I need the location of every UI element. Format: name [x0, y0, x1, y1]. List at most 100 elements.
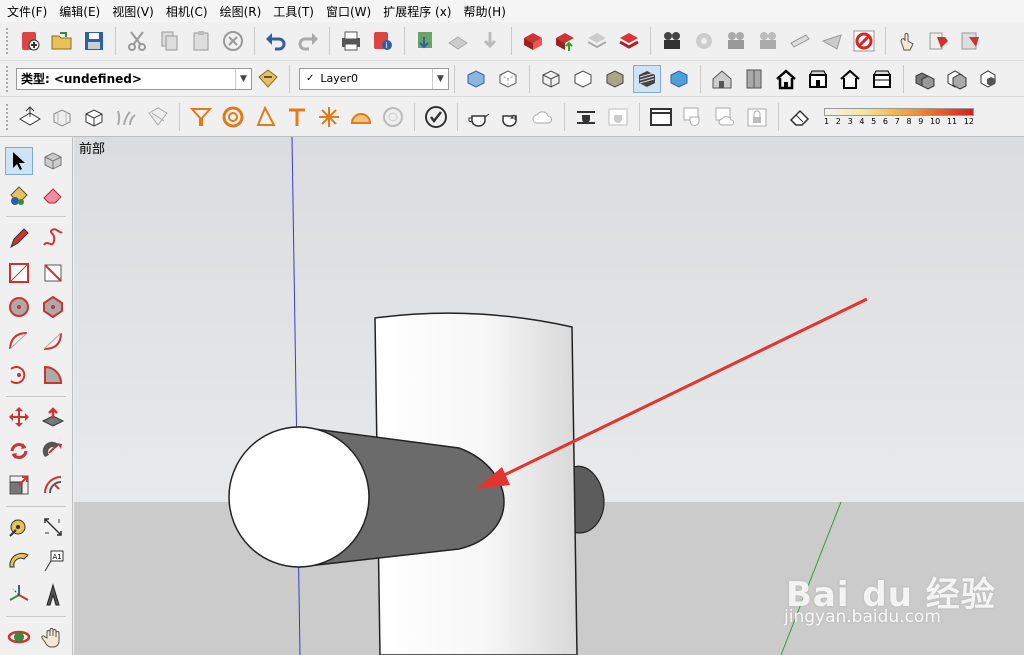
- style-2-button[interactable]: [604, 103, 632, 131]
- axes-tool-button[interactable]: [5, 581, 33, 609]
- rotated-rectangle-button[interactable]: [39, 259, 67, 287]
- window-lock-button[interactable]: [743, 103, 771, 131]
- camera-2-button[interactable]: [722, 27, 750, 55]
- solid-outer-shell-button[interactable]: [943, 65, 971, 93]
- scene-tab-label[interactable]: 前部: [79, 138, 105, 157]
- chevron-down-icon[interactable]: ▼: [235, 68, 251, 89]
- shaded-button[interactable]: [601, 65, 629, 93]
- torus-button[interactable]: [219, 103, 247, 131]
- paint-component-button[interactable]: [254, 65, 282, 93]
- wireframe-button[interactable]: [537, 65, 565, 93]
- 3d-text-button[interactable]: [39, 581, 67, 609]
- section-plane-button[interactable]: [786, 27, 814, 55]
- tape-measure-button[interactable]: [5, 513, 33, 541]
- layer-select[interactable]: ✓ Layer0 ▼: [299, 67, 449, 90]
- move-tool-button[interactable]: [5, 403, 33, 431]
- share-component-button[interactable]: [476, 27, 504, 55]
- erase-button[interactable]: [219, 27, 247, 55]
- warehouse-button[interactable]: [412, 27, 440, 55]
- menu-draw[interactable]: 绘图(R): [214, 3, 268, 20]
- make-component-button[interactable]: [39, 147, 67, 175]
- drape-button[interactable]: [144, 103, 172, 131]
- extension-6-button[interactable]: [957, 27, 985, 55]
- toolbar-grip[interactable]: [6, 103, 10, 130]
- text-tool-button[interactable]: A1: [39, 547, 67, 575]
- menu-extensions[interactable]: 扩展程序 (x): [377, 3, 457, 20]
- chevron-down-icon[interactable]: ▼: [432, 68, 448, 89]
- hand-tool-button[interactable]: [893, 27, 921, 55]
- copy-button[interactable]: [155, 27, 183, 55]
- pan-tool-button[interactable]: [39, 623, 67, 651]
- select-tool-button[interactable]: [5, 147, 33, 175]
- eraser-tool-button[interactable]: [39, 181, 67, 209]
- style-1-button[interactable]: [572, 103, 600, 131]
- section-remove-button[interactable]: [850, 27, 878, 55]
- back-edges-button[interactable]: [494, 65, 522, 93]
- print-button[interactable]: [337, 27, 365, 55]
- rectangle-tool-button[interactable]: [5, 259, 33, 287]
- left-view-button[interactable]: [868, 65, 896, 93]
- window-button[interactable]: [647, 103, 675, 131]
- sandbox-scratch-button[interactable]: [48, 103, 76, 131]
- solid-union-button[interactable]: [911, 65, 939, 93]
- pin-button[interactable]: [283, 103, 311, 131]
- camera-disabled-button[interactable]: [690, 27, 718, 55]
- menu-help[interactable]: 帮助(H): [457, 3, 511, 20]
- menu-window[interactable]: 窗口(W): [320, 3, 377, 20]
- model-viewport[interactable]: 前部 Bai du 经验 jingyan.baidu.com: [74, 137, 1024, 655]
- extension-1-button[interactable]: [519, 27, 547, 55]
- smoove-button[interactable]: [80, 103, 108, 131]
- scale-tool-button[interactable]: [5, 471, 33, 499]
- paint-bucket-button[interactable]: [5, 181, 33, 209]
- cloud-button[interactable]: [529, 103, 557, 131]
- sandbox-contours-button[interactable]: [16, 103, 44, 131]
- teapot-button[interactable]: [465, 103, 493, 131]
- menu-camera[interactable]: 相机(C): [160, 3, 214, 20]
- window-teapot-button[interactable]: [679, 103, 707, 131]
- circle-tool-button[interactable]: [5, 293, 33, 321]
- undo-button[interactable]: [262, 27, 290, 55]
- cone-button[interactable]: [251, 103, 279, 131]
- toolbar-grip[interactable]: [6, 65, 10, 92]
- line-tool-button[interactable]: [5, 225, 33, 253]
- stamp-button[interactable]: [112, 103, 140, 131]
- shaded-texture-button[interactable]: [633, 64, 661, 93]
- back-view-button[interactable]: [836, 65, 864, 93]
- eraser-style-button[interactable]: [786, 103, 814, 131]
- teapot-hand-button[interactable]: [497, 103, 525, 131]
- iso-view-button[interactable]: [708, 65, 736, 93]
- three-point-arc-button[interactable]: [5, 361, 33, 389]
- toolbar-grip[interactable]: [6, 28, 10, 54]
- top-view-button[interactable]: [740, 65, 768, 93]
- right-view-button[interactable]: [804, 65, 832, 93]
- save-button[interactable]: [80, 27, 108, 55]
- monochrome-button[interactable]: [665, 65, 693, 93]
- sunburst-button[interactable]: [315, 103, 343, 131]
- pie-tool-button[interactable]: [39, 361, 67, 389]
- dimension-tool-button[interactable]: [39, 513, 67, 541]
- front-view-button[interactable]: [772, 65, 800, 93]
- sphere-button[interactable]: [379, 103, 407, 131]
- offset-tool-button[interactable]: [39, 471, 67, 499]
- hidden-line-button[interactable]: [569, 65, 597, 93]
- extension-3-button[interactable]: [583, 27, 611, 55]
- window-cloud-button[interactable]: [711, 103, 739, 131]
- model-info-button[interactable]: i: [369, 27, 397, 55]
- camera-add-button[interactable]: [658, 27, 686, 55]
- type-select[interactable]: 类型: <undefined> ▼: [16, 67, 252, 90]
- orbit-tool-button[interactable]: [5, 623, 33, 651]
- style-check-button[interactable]: [422, 103, 450, 131]
- cut-button[interactable]: [123, 27, 151, 55]
- freehand-tool-button[interactable]: [39, 225, 67, 253]
- menu-file[interactable]: 文件(F): [0, 3, 53, 20]
- menu-tools[interactable]: 工具(T): [267, 3, 320, 20]
- polygon-tool-button[interactable]: [39, 293, 67, 321]
- solid-intersect-button[interactable]: [975, 65, 1003, 93]
- open-file-button[interactable]: [48, 27, 76, 55]
- two-point-arc-button[interactable]: [39, 327, 67, 355]
- new-file-button[interactable]: [16, 27, 44, 55]
- arc-tool-button[interactable]: [5, 327, 33, 355]
- protractor-button[interactable]: [5, 547, 33, 575]
- redo-button[interactable]: [294, 27, 322, 55]
- extension-5-button[interactable]: [925, 27, 953, 55]
